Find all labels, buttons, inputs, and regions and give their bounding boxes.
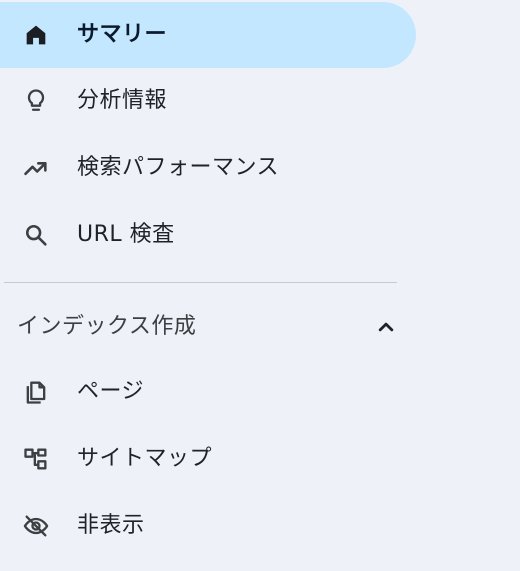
sidebar-item-label: 非表示 <box>77 513 145 538</box>
sidebar-item-label: サマリー <box>77 22 168 47</box>
divider <box>4 282 397 283</box>
home-icon <box>22 21 50 49</box>
visibility-off-icon <box>22 512 50 540</box>
search-icon <box>22 221 50 249</box>
sidebar-item-insights[interactable]: 分析情報 <box>0 68 416 134</box>
sidebar-item-label: URL 検査 <box>77 222 175 247</box>
chevron-up-icon[interactable] <box>372 313 400 341</box>
sitemap-icon <box>22 445 50 473</box>
sidebar-item-sitemaps[interactable]: サイトマップ <box>0 426 416 492</box>
section-title: インデックス作成 <box>17 314 197 339</box>
sidebar-item-search-performance[interactable]: 検索パフォーマンス <box>0 135 416 201</box>
sidebar-item-pages[interactable]: ページ <box>0 359 416 425</box>
lightbulb-icon <box>22 87 50 115</box>
sidebar-item-label: 検索パフォーマンス <box>77 155 280 180</box>
indexing-section-header[interactable]: インデックス作成 <box>0 300 416 354</box>
sidebar-item-label: サイトマップ <box>77 446 213 471</box>
sidebar-item-url-inspection[interactable]: URL 検査 <box>0 202 416 268</box>
sidebar-item-summary[interactable]: サマリー <box>0 2 416 68</box>
sidebar-item-removals[interactable]: 非表示 <box>0 493 416 559</box>
sidebar-item-label: ページ <box>77 379 145 404</box>
sidebar-item-label: 分析情報 <box>77 88 168 113</box>
trending-up-icon <box>22 154 50 182</box>
pages-icon <box>22 378 50 406</box>
